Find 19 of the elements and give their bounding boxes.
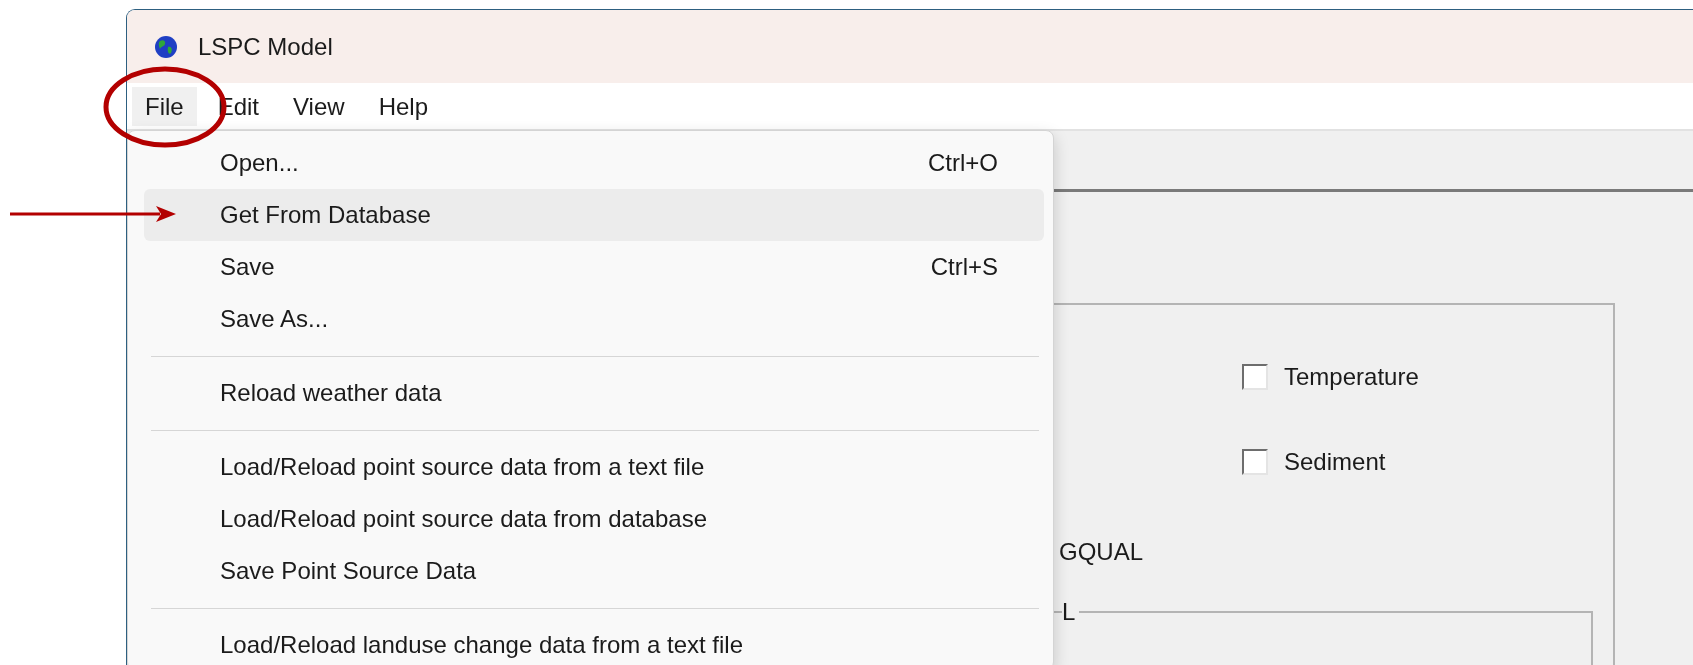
menu-bar-item[interactable]: File <box>132 86 197 126</box>
checkbox[interactable] <box>1242 449 1268 475</box>
menu-item[interactable]: Get From Database <box>144 189 1044 241</box>
menu-item[interactable]: Save Ctrl+S <box>144 241 1044 293</box>
checkbox-label: Temperature <box>1284 363 1419 391</box>
window-title: LSPC Model <box>198 32 333 61</box>
menu-bar-item[interactable]: View <box>280 86 358 126</box>
field-label: GQUAL <box>1059 538 1145 566</box>
menu-item[interactable]: Save Point Source Data <box>144 545 1044 597</box>
menu-item[interactable]: Load/Reload landuse change data from a text file <box>144 619 1044 665</box>
checkbox-label: Sediment <box>1284 448 1386 476</box>
menu-item[interactable]: Open... Ctrl+O <box>144 137 1044 189</box>
menu-item[interactable]: Reload weather data <box>144 367 1044 419</box>
checkbox[interactable] <box>1242 364 1268 390</box>
menu-item[interactable]: Load/Reload point source data from database <box>144 493 1044 545</box>
menu-bar-item[interactable]: Help <box>365 86 441 126</box>
globe-icon <box>154 34 178 59</box>
menu-item[interactable]: Save As... <box>144 293 1044 345</box>
menu-item[interactable]: Load/Reload point source data from a text file <box>144 441 1044 493</box>
